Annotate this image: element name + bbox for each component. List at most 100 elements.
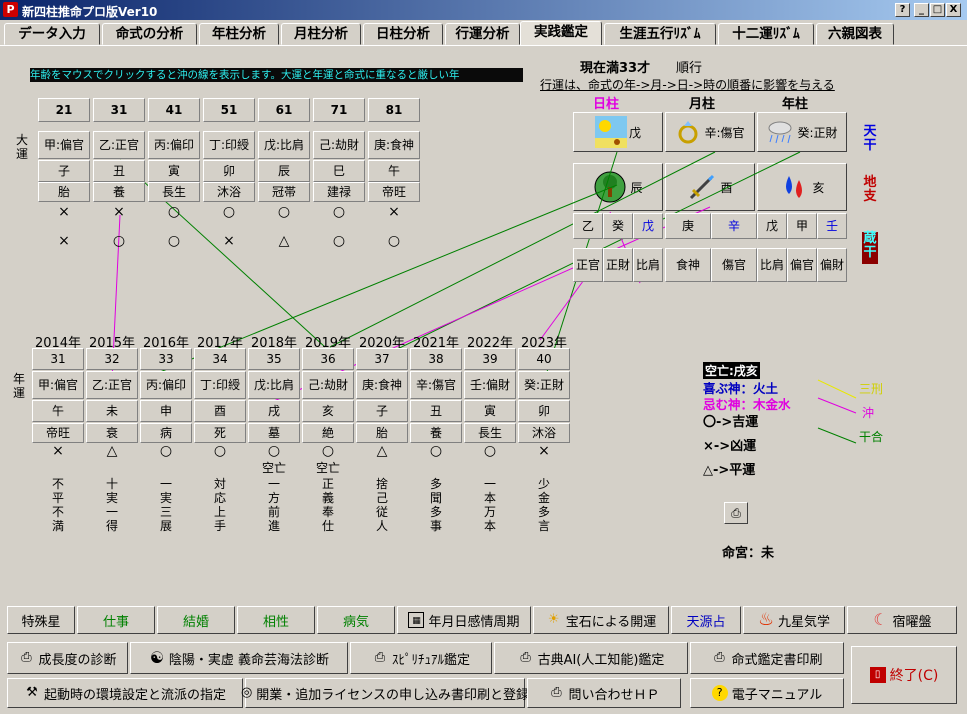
manual-label: 電子マニュアル <box>731 687 823 703</box>
daiun-branch[interactable]: 午 <box>368 160 420 182</box>
nenun-stem[interactable]: 辛:傷官 <box>410 371 462 399</box>
zokan-tsuhen-cell[interactable]: 正財 <box>603 248 633 282</box>
daiun-stem[interactable]: 戊:比肩 <box>258 131 310 159</box>
zokan-cell[interactable]: 乙 <box>573 213 603 239</box>
nenun-stem[interactable]: 丙:偏印 <box>140 371 192 399</box>
manual-button[interactable]: ? 電子マニュアル <box>690 678 844 708</box>
daiun-age-button[interactable]: 81 <box>368 98 420 122</box>
nenun-mark: ○ <box>483 443 497 459</box>
daiun-age-button[interactable]: 71 <box>313 98 365 122</box>
nenun-mark: △ <box>376 443 388 459</box>
license-button[interactable]: ◎ 開業・追加ライセンスの申し込み書印刷と登録 <box>241 678 529 708</box>
nenun-age-button[interactable]: 37 <box>356 348 408 370</box>
marriage-button[interactable]: 結婚 <box>157 606 235 634</box>
exit-button[interactable]: ▯ 終了(C) <box>851 646 957 704</box>
nenun-branch[interactable]: 酉 <box>194 400 246 422</box>
nenun-stem[interactable]: 乙:正官 <box>86 371 138 399</box>
zokan-cell[interactable]: 壬 <box>817 213 847 239</box>
compatibility-button[interactable]: 相性 <box>237 606 315 634</box>
nenun-age-button[interactable]: 33 <box>140 348 192 370</box>
nenun-branch[interactable]: 寅 <box>464 400 516 422</box>
nenun-branch[interactable]: 申 <box>140 400 192 422</box>
classic-ai-button[interactable]: ⎙ 古典AI(人工知能)鑑定 <box>494 642 688 674</box>
nenun-age-button[interactable]: 35 <box>248 348 300 370</box>
nenun-branch[interactable]: 子 <box>356 400 408 422</box>
daiun-age-button[interactable]: 41 <box>148 98 200 122</box>
settings-button[interactable]: ⚒ 起動時の環境設定と流派の指定 <box>7 678 243 708</box>
contact-button[interactable]: ⎙ 問い合わせＨＰ <box>527 678 681 708</box>
illness-button[interactable]: 病気 <box>317 606 395 634</box>
daiun-age-button[interactable]: 21 <box>38 98 90 122</box>
daiun-branch[interactable]: 辰 <box>258 160 310 182</box>
zokan-tsuhen-cell[interactable]: 傷官 <box>711 248 757 282</box>
daiun-stem[interactable]: 乙:正官 <box>93 131 145 159</box>
nenun-age-button[interactable]: 31 <box>32 348 84 370</box>
nenun-idiom: 捨己従人 <box>375 477 388 533</box>
nenun-stem[interactable]: 己:劫財 <box>302 371 354 399</box>
nenun-age-button[interactable]: 34 <box>194 348 246 370</box>
nenun-stem[interactable]: 癸:正財 <box>518 371 570 399</box>
zokan-tsuhen-cell[interactable]: 正官 <box>573 248 603 282</box>
nenun-age-button[interactable]: 40 <box>518 348 570 370</box>
zokan-tsuhen-cell[interactable]: 比肩 <box>757 248 787 282</box>
printer-icon[interactable]: ⎙ <box>724 502 748 524</box>
zokan-cell[interactable]: 辛 <box>711 213 757 239</box>
daiun-stem[interactable]: 庚:食神 <box>368 131 420 159</box>
nenun-stem[interactable]: 戊:比肩 <box>248 371 300 399</box>
nenun-branch[interactable]: 卯 <box>518 400 570 422</box>
daiun-age-button[interactable]: 31 <box>93 98 145 122</box>
zokan-cell[interactable]: 戊 <box>757 213 787 239</box>
settings-label: 起動時の環境設定と流派の指定 <box>43 687 226 703</box>
daiun-stem[interactable]: 丁:印綬 <box>203 131 255 159</box>
nenun-age-button[interactable]: 32 <box>86 348 138 370</box>
zokan-tsuhen-cell[interactable]: 比肩 <box>633 248 663 282</box>
special-star-button[interactable]: 特殊星 <box>7 606 75 634</box>
daiun-stem[interactable]: 甲:偏官 <box>38 131 90 159</box>
daiun-branch[interactable]: 子 <box>38 160 90 182</box>
daiun-mark-1: ○ <box>167 204 181 220</box>
zokan-cell[interactable]: 戊 <box>633 213 663 239</box>
nenun-age-button[interactable]: 36 <box>302 348 354 370</box>
zokan-tsuhen-cell[interactable]: 偏財 <box>817 248 847 282</box>
daiun-branch[interactable]: 巳 <box>313 160 365 182</box>
nenun-branch[interactable]: 戌 <box>248 400 300 422</box>
sukuyo-button[interactable]: ☾ 宿曜盤 <box>847 606 957 634</box>
zokan-cell[interactable]: 癸 <box>603 213 633 239</box>
nenun-branch[interactable]: 亥 <box>302 400 354 422</box>
nenun-age-button[interactable]: 39 <box>464 348 516 370</box>
growth-button[interactable]: ⎙ 成長度の診断 <box>7 642 128 674</box>
nenun-branch[interactable]: 未 <box>86 400 138 422</box>
nenun-stem[interactable]: 丁:印綬 <box>194 371 246 399</box>
spiritual-button[interactable]: ⎙ ｽﾋﾟﾘﾁｭｱﾙ鑑定 <box>350 642 492 674</box>
nenun-stem[interactable]: 甲:偏官 <box>32 371 84 399</box>
zokan-cell[interactable]: 甲 <box>787 213 817 239</box>
nenun-mark: ○ <box>321 443 335 459</box>
nenun-age-button[interactable]: 38 <box>410 348 462 370</box>
daiun-branch[interactable]: 丑 <box>93 160 145 182</box>
nenun-branch[interactable]: 丑 <box>410 400 462 422</box>
tools-icon: ⚒ <box>26 685 38 700</box>
tengen-button[interactable]: 天源占 <box>671 606 741 634</box>
emotion-cycle-button[interactable]: ▦ 年月日感情周期 <box>397 606 531 634</box>
yinyang-button[interactable]: ☯ 陰陽・実虚 義命芸海法診断 <box>130 642 348 674</box>
daiun-stem[interactable]: 己:劫財 <box>313 131 365 159</box>
kyusei-button[interactable]: ♨ 九星気学 <box>743 606 845 634</box>
legend-green-line <box>817 427 857 444</box>
print-report-button[interactable]: ⎙ 命式鑑定書印刷 <box>690 642 844 674</box>
legend-magenta-line <box>817 397 857 414</box>
daiun-branch[interactable]: 寅 <box>148 160 200 182</box>
nenun-idiom: 一方前進 <box>267 477 280 533</box>
nenun-stem[interactable]: 庚:食神 <box>356 371 408 399</box>
nenun-stem[interactable]: 壬:偏財 <box>464 371 516 399</box>
daiun-mark-1: × <box>58 204 70 220</box>
nenun-branch[interactable]: 午 <box>32 400 84 422</box>
zokan-tsuhen-cell[interactable]: 食神 <box>665 248 711 282</box>
zokan-tsuhen-cell[interactable]: 偏官 <box>787 248 817 282</box>
gem-luck-button[interactable]: ☀ 宝石による開運 <box>533 606 669 634</box>
daiun-stem[interactable]: 丙:偏印 <box>148 131 200 159</box>
daiun-branch[interactable]: 卯 <box>203 160 255 182</box>
daiun-age-button[interactable]: 61 <box>258 98 310 122</box>
daiun-age-button[interactable]: 51 <box>203 98 255 122</box>
zokan-cell[interactable]: 庚 <box>665 213 711 239</box>
work-button[interactable]: 仕事 <box>77 606 155 634</box>
